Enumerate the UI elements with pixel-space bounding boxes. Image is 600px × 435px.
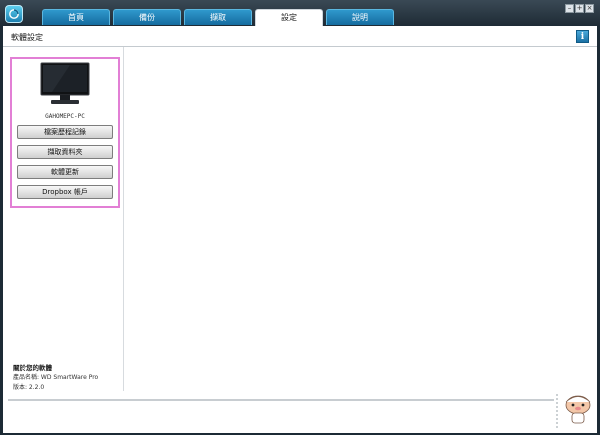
info-icon[interactable]: i bbox=[576, 30, 589, 43]
minimize-icon[interactable]: – bbox=[565, 4, 574, 13]
tab-settings[interactable]: 設定 bbox=[255, 9, 323, 26]
app-logo-icon bbox=[5, 5, 23, 23]
software-update-button[interactable]: 軟體更新 bbox=[17, 165, 113, 179]
device-name: GAHOMEPC-PC bbox=[45, 113, 85, 120]
window-controls: – + × bbox=[564, 4, 594, 23]
vertical-scroll-handle[interactable] bbox=[554, 394, 560, 428]
about-product-name: 產品名稱: WD SmartWare Pro bbox=[13, 374, 99, 381]
settings-page: 軟體設定 i GAHOMEPC-PC 檔案歷程記錄 擷取資料夾 軟體更新 Dro… bbox=[3, 26, 597, 433]
footer-divider bbox=[8, 399, 554, 401]
title-bar: 首頁 備份 擷取 設定 說明 – + × bbox=[0, 0, 600, 26]
tab-help[interactable]: 說明 bbox=[326, 9, 394, 25]
sidebar-divider bbox=[123, 47, 124, 391]
about-version: 版本: 2.2.0 bbox=[13, 384, 45, 391]
about-title: 關於您的軟體 bbox=[13, 364, 52, 372]
app-window: 首頁 備份 擷取 設定 說明 – + × 軟體設定 i GAHOMEPC-PC … bbox=[0, 0, 600, 435]
dropbox-account-button[interactable]: Dropbox 帳戶 bbox=[17, 185, 113, 199]
file-history-button[interactable]: 檔案歷程記錄 bbox=[17, 125, 113, 139]
retrieve-folder-button[interactable]: 擷取資料夾 bbox=[17, 145, 113, 159]
page-title: 軟體設定 bbox=[11, 33, 43, 42]
monitor-icon bbox=[40, 62, 90, 110]
tab-backup[interactable]: 備份 bbox=[113, 9, 181, 25]
tab-home[interactable]: 首頁 bbox=[42, 9, 110, 25]
close-icon[interactable]: × bbox=[585, 4, 594, 13]
device-panel: GAHOMEPC-PC 檔案歷程記錄 擷取資料夾 軟體更新 Dropbox 帳戶 bbox=[10, 57, 120, 208]
mascot-sticker-icon bbox=[563, 393, 593, 429]
maximize-icon[interactable]: + bbox=[575, 4, 584, 13]
title-divider bbox=[3, 46, 597, 47]
tab-retrieve[interactable]: 擷取 bbox=[184, 9, 252, 25]
